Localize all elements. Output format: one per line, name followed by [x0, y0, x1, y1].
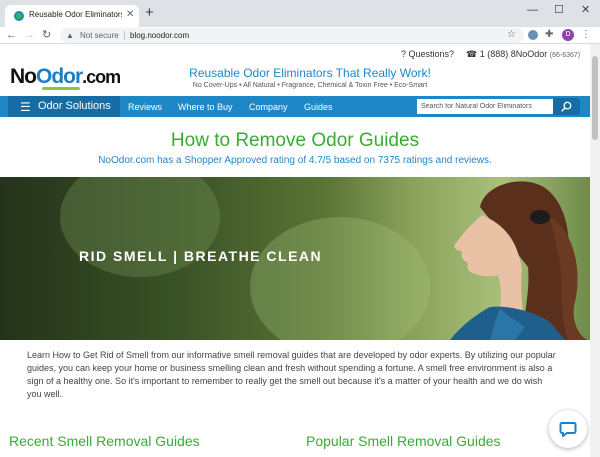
phone-link[interactable]: ☎ 1 (888) 8NoOdor (66-6367): [466, 48, 580, 62]
logo-part-odor: Odor: [36, 65, 83, 88]
bookmark-star-icon[interactable]: ☆: [507, 29, 516, 41]
page-title: How to Remove Odor Guides: [170, 130, 420, 151]
maximize-button[interactable]: ☐: [554, 3, 564, 17]
back-button[interactable]: ←: [6, 28, 17, 42]
intro-paragraph: Learn How to Get Rid of Smell from our i…: [27, 350, 556, 399]
browser-titlebar: Reusable Odor Eliminators That Re ✕ + — …: [0, 0, 600, 27]
nav-item-guides[interactable]: Guides: [304, 101, 333, 113]
profile-avatar[interactable]: D: [562, 29, 574, 41]
recent-guides-heading: Recent Smell Removal Guides: [9, 433, 200, 449]
hero-headline: RID SMELL | BREATHE CLEAN: [79, 248, 323, 264]
popular-guides-heading: Popular Smell Removal Guides: [306, 433, 501, 449]
minimize-button[interactable]: —: [527, 3, 538, 17]
browser-tab[interactable]: Reusable Odor Eliminators That Re ✕: [5, 5, 139, 27]
tab-close-icon[interactable]: ✕: [126, 8, 134, 22]
hamburger-menu-icon: ☰: [20, 100, 31, 114]
site-search-input[interactable]: [417, 99, 553, 114]
extensions-puzzle-icon[interactable]: ✚: [545, 28, 553, 41]
logo-part-com: .com: [82, 67, 121, 87]
close-window-button[interactable]: ✕: [581, 3, 590, 17]
logo-swoosh: [42, 87, 80, 90]
page-scrollbar[interactable]: [590, 44, 600, 457]
site-subtagline: No Cover-Ups • All Natural • Fragrance, …: [192, 82, 428, 89]
forward-button[interactable]: →: [24, 28, 35, 42]
web-page: ? Questions? ☎ 1 (888) 8NoOdor (66-6367)…: [0, 44, 590, 457]
nav-item-reviews[interactable]: Reviews: [128, 101, 162, 113]
browser-toolbar: ← → ↻ ▲ Not secure blog.noodor.com ☆ ✚ D…: [0, 27, 600, 44]
omnibox-divider: [124, 31, 125, 40]
tab-title: Reusable Odor Eliminators That Re: [29, 10, 122, 19]
hero-woman-image: [450, 181, 588, 340]
url-text[interactable]: blog.noodor.com: [130, 30, 189, 41]
phone-number: ☎ 1 (888) 8NoOdor: [466, 49, 548, 59]
site-tagline: Reusable Odor Eliminators That Really Wo…: [189, 66, 431, 80]
phone-digits: (66-6367): [549, 52, 581, 59]
new-tab-button[interactable]: +: [145, 5, 154, 21]
odor-solutions-menu[interactable]: ☰ Odor Solutions: [8, 96, 120, 117]
address-bar[interactable]: ▲ Not secure blog.noodor.com ☆: [60, 28, 524, 43]
site-favicon-icon: [14, 11, 24, 21]
logo-part-no: No: [10, 65, 37, 88]
hero-banner: RID SMELL | BREATHE CLEAN: [0, 177, 590, 340]
search-icon: [561, 101, 572, 112]
scrollbar-thumb[interactable]: [592, 56, 598, 140]
questions-link[interactable]: ? Questions?: [401, 48, 454, 60]
shopper-approved-rating[interactable]: NoOdor.com has a Shopper Approved rating…: [0, 154, 590, 167]
reload-button[interactable]: ↻: [42, 28, 51, 42]
search-button[interactable]: [553, 98, 580, 115]
extension-icon[interactable]: [528, 30, 538, 40]
main-navigation: ☰ Odor Solutions Reviews Where to Buy Co…: [0, 96, 590, 117]
odor-solutions-label: Odor Solutions: [38, 100, 111, 112]
live-chat-button[interactable]: [549, 410, 587, 448]
browser-menu-icon[interactable]: ⋮: [581, 28, 591, 41]
not-secure-warning-icon[interactable]: ▲: [66, 30, 74, 41]
nav-item-where-to-buy[interactable]: Where to Buy: [178, 101, 233, 113]
nav-item-company[interactable]: Company: [249, 101, 288, 113]
security-label[interactable]: Not secure: [80, 30, 119, 41]
chat-bubble-icon: [559, 422, 577, 437]
